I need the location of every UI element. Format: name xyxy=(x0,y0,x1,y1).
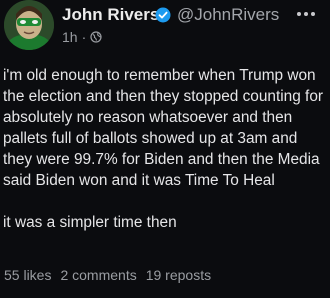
post-paragraph: it was a simpler time then xyxy=(3,214,177,231)
post-body: i'm old enough to remember when Trump wo… xyxy=(3,65,327,233)
avatar-image xyxy=(4,0,54,50)
meta-separator: · xyxy=(81,29,87,45)
avatar[interactable] xyxy=(4,0,54,50)
more-options-icon[interactable] xyxy=(292,6,320,22)
post-stats: 55 likes 2 comments 19 reposts xyxy=(4,267,211,283)
comments-count[interactable]: 2 comments xyxy=(60,267,136,283)
post-paragraph: i'm old enough to remember when Trump wo… xyxy=(3,67,324,189)
post-meta: 1h · xyxy=(62,29,102,45)
post-time[interactable]: 1h xyxy=(62,29,78,45)
verified-badge-icon xyxy=(155,7,171,23)
author-handle[interactable]: @JohnRivers xyxy=(177,5,279,25)
likes-count[interactable]: 55 likes xyxy=(4,267,51,283)
reposts-count[interactable]: 19 reposts xyxy=(146,267,211,283)
globe-icon xyxy=(90,31,102,43)
author-name[interactable]: John Rivers xyxy=(62,5,159,25)
post-card: John Rivers @JohnRivers 1h · i'm old eno… xyxy=(0,0,330,298)
